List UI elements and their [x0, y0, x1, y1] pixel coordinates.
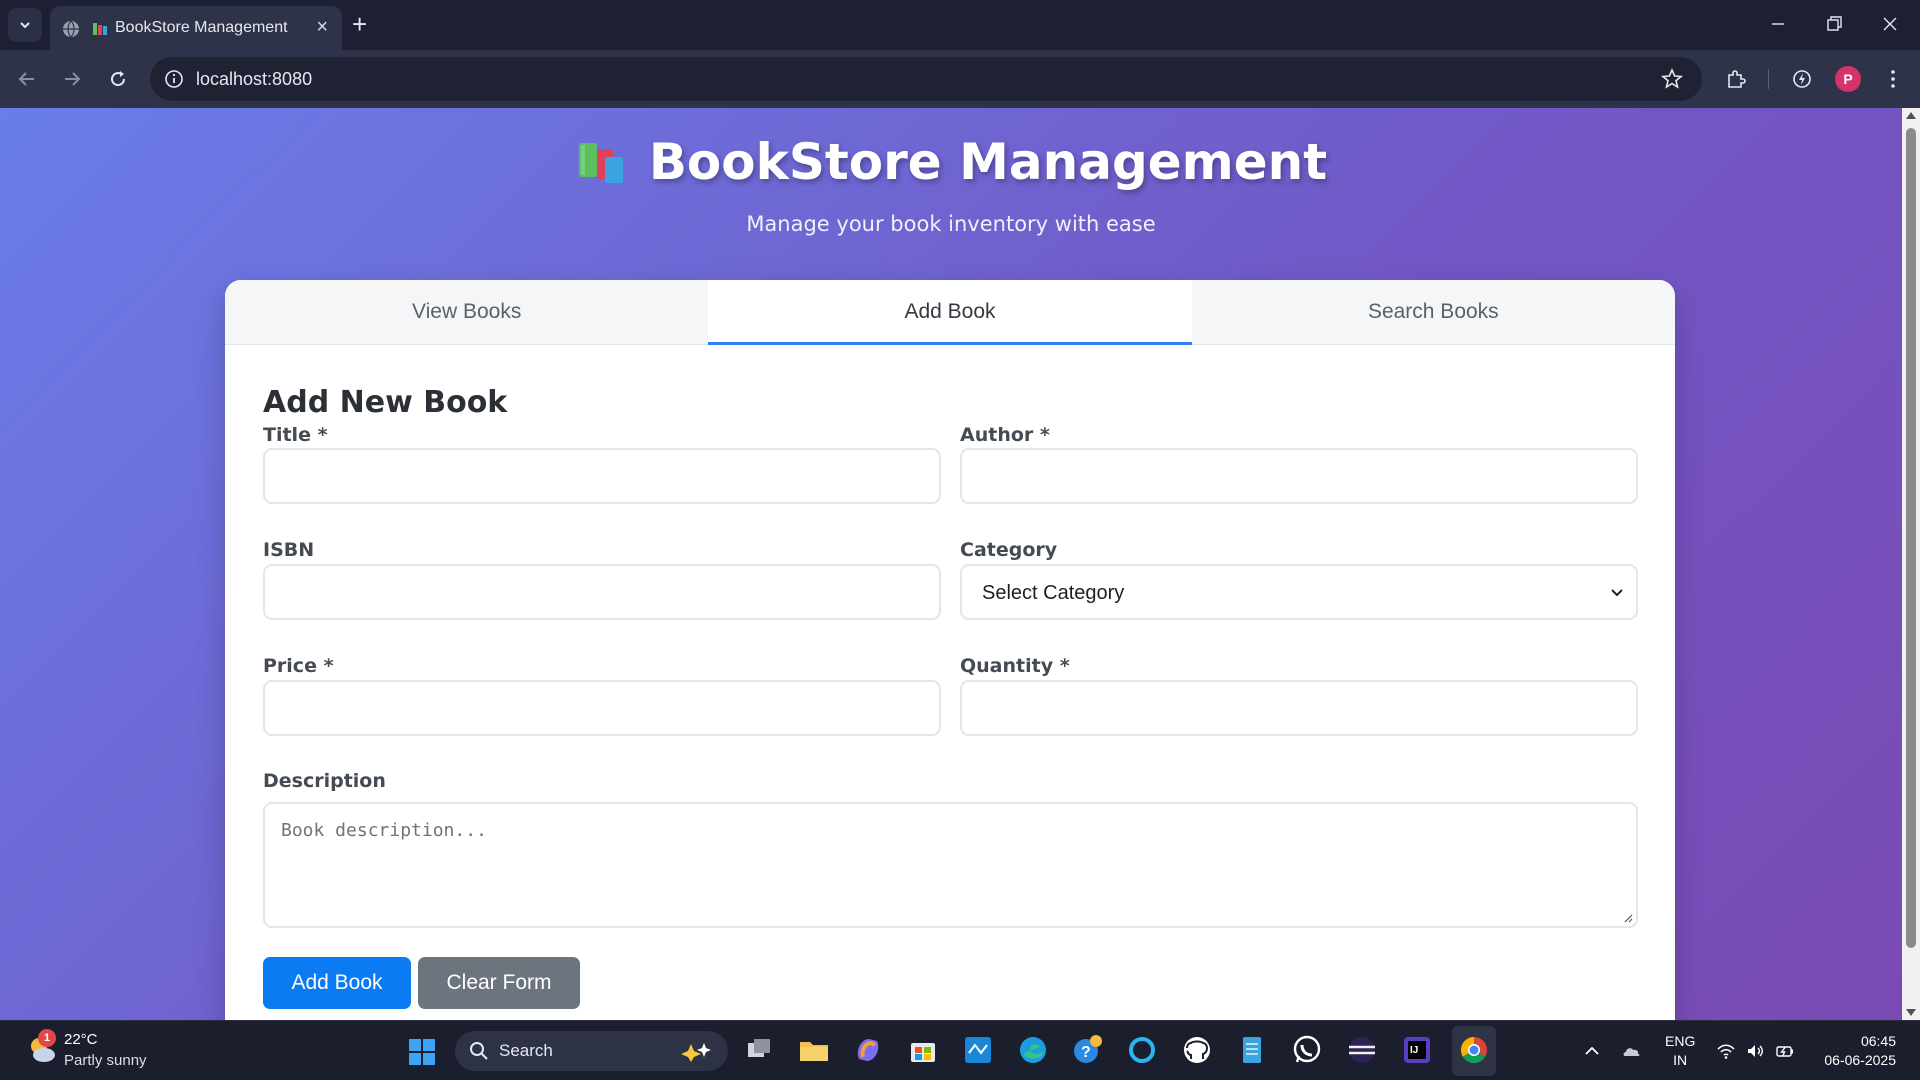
page-subtitle: Manage your book inventory with ease [746, 212, 1156, 236]
app-header: BookStore Management Manage your book in… [0, 133, 1902, 236]
copilot-sparkle-icon [681, 1043, 711, 1062]
page-viewport: BookStore Management Manage your book in… [0, 108, 1902, 1020]
forward-arrow-icon[interactable] [60, 67, 84, 91]
help-app-icon[interactable]: ? [1070, 1033, 1104, 1067]
battery-charging-icon[interactable] [1775, 1041, 1795, 1061]
resize-grip-icon[interactable] [1623, 913, 1633, 923]
quantity-label: Quantity * [960, 655, 1070, 677]
minimize-icon[interactable] [1766, 12, 1790, 36]
tab-search-books[interactable]: Search Books [1192, 280, 1675, 344]
scroll-down-arrow-icon[interactable] [1906, 1009, 1916, 1016]
taskbar-search[interactable]: Search [455, 1031, 728, 1071]
chrome-browser-icon[interactable] [1457, 1033, 1491, 1067]
bookmark-star-icon[interactable] [1660, 67, 1684, 91]
address-bar[interactable]: localhost:8080 [150, 57, 1702, 101]
tab-bar: View Books Add Book Search Books [225, 280, 1675, 345]
myhp-app-icon[interactable] [961, 1033, 995, 1067]
description-label: Description [263, 770, 386, 792]
copilot-app-icon[interactable] [851, 1033, 885, 1067]
isbn-label: ISBN [263, 539, 315, 561]
profile-avatar[interactable]: P [1835, 66, 1861, 92]
browser-tabstrip: BookStore Management × + [0, 0, 1920, 50]
more-menu-icon[interactable] [1881, 67, 1905, 91]
price-input[interactable] [263, 680, 941, 736]
onedrive-icon[interactable] [1622, 1041, 1642, 1061]
windows-taskbar: 1 22°C Partly sunny Search ? IJ ENG IN 0… [0, 1020, 1920, 1080]
weather-notification-badge: 1 [38, 1029, 56, 1047]
edge-browser-icon[interactable] [1016, 1033, 1050, 1067]
reload-icon[interactable] [106, 67, 130, 91]
tab-view-books[interactable]: View Books [225, 280, 708, 344]
tab-add-book[interactable]: Add Book [708, 280, 1192, 345]
site-info-icon[interactable] [164, 69, 184, 89]
globe-icon [63, 20, 79, 38]
volume-icon[interactable] [1745, 1041, 1765, 1061]
clear-form-button[interactable]: Clear Form [418, 957, 580, 1009]
notepad-icon[interactable] [1235, 1033, 1269, 1067]
chevron-down-icon [20, 22, 30, 29]
svg-text:?: ? [1081, 1044, 1091, 1061]
chevron-down-icon [1611, 589, 1623, 597]
cortana-icon[interactable] [1125, 1033, 1159, 1067]
file-explorer-icon[interactable] [797, 1033, 831, 1067]
add-book-button[interactable]: Add Book [263, 957, 411, 1009]
title-input[interactable] [263, 448, 941, 504]
weather-description[interactable]: Partly sunny [64, 1052, 147, 1069]
page-title: BookStore Management [575, 133, 1327, 191]
page-scrollbar[interactable] [1902, 108, 1920, 1020]
books-favicon-icon [93, 23, 107, 35]
scrollbar-thumb[interactable] [1906, 128, 1916, 948]
author-input[interactable] [960, 448, 1638, 504]
browser-toolbar: localhost:8080 P [0, 50, 1920, 108]
books-icon [578, 143, 623, 183]
extensions-puzzle-icon[interactable] [1724, 67, 1748, 91]
isbn-input[interactable] [263, 564, 941, 620]
form-heading: Add New Book [263, 385, 508, 420]
microsoft-store-icon[interactable] [906, 1033, 940, 1067]
category-select[interactable]: Select Category [960, 564, 1638, 620]
tab-search-button[interactable] [8, 8, 42, 42]
back-arrow-icon[interactable] [15, 67, 39, 91]
new-tab-button[interactable]: + [352, 11, 367, 37]
windows-start-icon[interactable] [408, 1038, 436, 1066]
description-textarea[interactable]: Book description... [263, 802, 1638, 928]
author-label: Author * [960, 424, 1050, 446]
svg-text:IJ: IJ [1410, 1045, 1418, 1056]
language-indicator[interactable]: ENG IN [1665, 1032, 1695, 1070]
category-label: Category [960, 539, 1058, 561]
description-placeholder: Book description... [281, 820, 487, 841]
chevron-up-icon[interactable] [1582, 1041, 1602, 1061]
toolbar-separator [1768, 69, 1769, 89]
quantity-input[interactable] [960, 680, 1638, 736]
intellij-idea-icon[interactable]: IJ [1400, 1033, 1434, 1067]
close-window-icon[interactable] [1878, 12, 1902, 36]
clock-date: 06-06-2025 [1824, 1052, 1896, 1068]
wifi-icon[interactable] [1716, 1041, 1736, 1061]
page-title-text: BookStore Management [648, 133, 1328, 191]
taskbar-search-text: Search [499, 1041, 553, 1060]
tab-title: BookStore Management [115, 19, 288, 36]
main-card: View Books Add Book Search Books Add New… [225, 280, 1675, 1020]
system-clock[interactable]: 06:45 06-06-2025 [1814, 1032, 1896, 1070]
close-tab-icon[interactable]: × [316, 17, 328, 37]
search-icon [470, 1042, 488, 1060]
performance-icon[interactable] [1790, 67, 1814, 91]
weather-temperature[interactable]: 22°C [64, 1031, 98, 1048]
price-label: Price * [263, 655, 334, 677]
restore-icon[interactable] [1822, 12, 1846, 36]
whatsapp-icon[interactable] [1290, 1033, 1324, 1067]
scroll-up-arrow-icon[interactable] [1906, 112, 1916, 119]
clock-time: 06:45 [1860, 1033, 1896, 1049]
eclipse-ide-icon[interactable] [1345, 1033, 1379, 1067]
language-code: ENG [1665, 1033, 1696, 1049]
browser-tab[interactable]: BookStore Management × [50, 6, 342, 50]
title-label: Title * [263, 424, 328, 446]
task-view-icon[interactable] [742, 1033, 776, 1067]
address-text[interactable]: localhost:8080 [196, 69, 312, 90]
language-region: IN [1673, 1052, 1688, 1068]
category-select-value: Select Category [982, 582, 1125, 604]
github-icon[interactable] [1180, 1033, 1214, 1067]
